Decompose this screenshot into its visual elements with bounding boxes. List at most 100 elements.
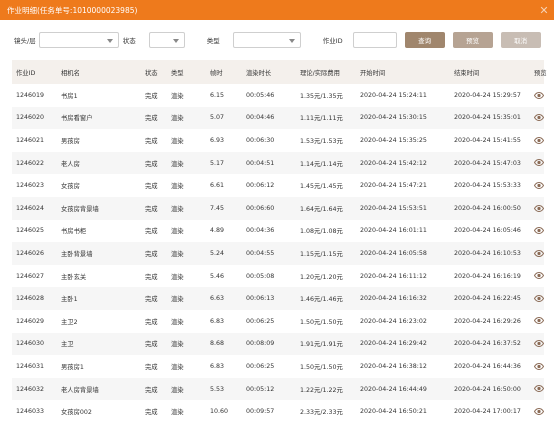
preview-cell [534, 107, 544, 130]
table-row[interactable]: 1246019 书房1 完成 渲染 6.15 00:05:46 1.35元/1.35元 202… [12, 84, 544, 107]
start-time-cell: 2020-04-24 15:53:51 [360, 204, 427, 212]
table-header-row: 作业ID 相机名 状态 类型 帧时 渲染时长 理论/实际费用 开始时间 结束时间… [12, 60, 547, 84]
preview-cell [534, 174, 544, 197]
col-header-camera-name: 相机名 [61, 69, 80, 77]
render-duration-cell: 00:05:08 [246, 272, 275, 280]
chevron-down-icon [288, 39, 295, 43]
camera-name-cell: 老人房 [61, 160, 80, 168]
end-time-cell: 2020-04-24 16:37:52 [454, 340, 521, 348]
eye-icon[interactable] [534, 204, 544, 212]
start-time-cell: 2020-04-24 16:05:58 [360, 249, 427, 257]
preview-cell [534, 355, 544, 378]
status-cell: 完成 [145, 250, 158, 258]
job-id-cell: 1246027 [16, 272, 45, 280]
job-id-cell: 1246024 [16, 204, 45, 212]
table-row[interactable]: 1246020 书房看窗户 完成 渲染 5.07 00:04:46 1.11元/1.11元 2… [12, 106, 544, 130]
preview-cell [534, 220, 544, 243]
eye-icon[interactable] [534, 362, 544, 370]
cost-cell: 1.45元/1.45元 [300, 183, 343, 191]
col-header-preview: 预览 [534, 69, 547, 77]
eye-icon[interactable] [534, 91, 544, 99]
table-row[interactable]: 1246027 主卧玄关 完成 渲染 5.46 00:05:08 1.20元/1.20元 20… [12, 265, 544, 288]
type-select[interactable] [232, 32, 301, 48]
table-row[interactable]: 1246028 主卧1 完成 渲染 6.63 00:06:13 1.46元/1.46元 202… [12, 287, 544, 310]
job-id-cell: 1246022 [16, 159, 45, 167]
type-cell: 渲染 [171, 409, 184, 417]
cancel-button[interactable]: 取消 [500, 32, 541, 48]
table-row[interactable]: 1246029 主卫2 完成 渲染 6.83 00:06:25 1.50元/1.50元 202… [12, 310, 544, 333]
eye-icon[interactable] [534, 136, 544, 144]
eye-icon[interactable] [534, 385, 544, 393]
start-time-cell: 2020-04-24 16:01:11 [360, 227, 427, 235]
preview-cell [534, 310, 544, 333]
eye-icon[interactable] [534, 181, 544, 189]
lens-select[interactable] [38, 32, 119, 48]
table-row[interactable]: 1246030 主卫 完成 渲染 8.68 00:08:09 1.91元/1.91元 2020… [12, 332, 544, 356]
cost-cell: 1.15元/1.15元 [300, 250, 343, 258]
table-row[interactable]: 1246024 女孩房背景墙 完成 渲染 7.45 00:06:60 1.64元/1.64元… [12, 196, 544, 220]
end-time-cell: 2020-04-24 16:29:26 [454, 317, 521, 325]
eye-icon[interactable] [534, 340, 544, 348]
job-id-cell: 1246020 [16, 114, 45, 122]
camera-name-cell: 老人房背景墙 [61, 386, 99, 394]
query-button[interactable]: 查询 [404, 32, 445, 48]
type-cell: 渲染 [171, 115, 184, 123]
job-id-cell: 1246026 [16, 249, 45, 257]
render-duration-cell: 00:06:25 [246, 317, 275, 325]
start-time-cell: 2020-04-24 16:11:12 [360, 272, 427, 280]
camera-name-cell: 女孩房002 [61, 409, 92, 417]
eye-icon[interactable] [534, 249, 544, 257]
frame-time-cell: 7.45 [210, 204, 225, 212]
table-row[interactable]: 1246023 女孩房 完成 渲染 6.61 00:06:12 1.45元/1.45元 202… [12, 174, 544, 197]
camera-name-cell: 男孩房1 [61, 363, 84, 371]
table-row[interactable]: 1246031 男孩房1 完成 渲染 6.83 00:06:25 1.50元/1.50元 20… [12, 355, 544, 378]
cost-cell: 1.46元/1.46元 [300, 296, 343, 304]
render-duration-cell: 00:04:46 [246, 114, 275, 122]
col-header-render-duration: 渲染时长 [246, 69, 272, 77]
table-row[interactable]: 1246025 书房书柜 完成 渲染 4.89 00:04:36 1.08元/1.08元 20… [12, 220, 544, 243]
eye-icon[interactable] [534, 114, 544, 122]
camera-name-cell: 书房看窗户 [61, 115, 93, 123]
job-id-input[interactable] [352, 32, 397, 48]
preview-cell [534, 333, 544, 356]
table-row[interactable]: 1246033 女孩房002 完成 渲染 10.60 00:09:57 2.33元/2.33… [12, 400, 544, 423]
preview-cell [534, 242, 544, 265]
cost-cell: 1.14元/1.14元 [300, 160, 343, 168]
table-row[interactable]: 1246022 老人房 完成 渲染 5.17 00:04:51 1.14元/1.14元 202… [12, 151, 544, 175]
cost-cell: 1.22元/1.22元 [300, 386, 343, 394]
type-cell: 渲染 [171, 341, 184, 349]
close-icon[interactable]: ✕ [538, 4, 550, 17]
start-time-cell: 2020-04-24 16:44:49 [360, 385, 427, 393]
cost-cell: 1.08元/1.08元 [300, 228, 343, 236]
preview-button[interactable]: 预览 [452, 32, 493, 48]
eye-icon[interactable] [534, 227, 544, 235]
job-table: 作业ID 相机名 状态 类型 帧时 渲染时长 理论/实际费用 开始时间 结束时间… [12, 60, 547, 423]
camera-name-cell: 书房书柜 [61, 228, 87, 236]
frame-time-cell: 5.46 [210, 272, 225, 280]
table-row[interactable]: 1246032 老人房背景墙 完成 渲染 5.53 00:05:12 1.22元/1.22元… [12, 377, 544, 401]
col-header-end-time: 结束时间 [454, 69, 480, 77]
job-detail-dialog: 作业明细(任务单号:1010000023985) ✕ 镜头/层 状态 类型 作业… [0, 0, 554, 427]
cost-cell: 2.33元/2.33元 [300, 409, 343, 417]
end-time-cell: 2020-04-24 15:41:55 [454, 136, 521, 144]
cost-cell: 1.50元/1.50元 [300, 363, 343, 371]
render-duration-cell: 00:09:57 [246, 408, 275, 416]
eye-icon[interactable] [534, 294, 544, 302]
type-cell: 渲染 [171, 205, 184, 213]
eye-icon[interactable] [534, 407, 544, 415]
eye-icon[interactable] [534, 159, 544, 167]
end-time-cell: 2020-04-24 15:53:33 [454, 182, 521, 190]
frame-time-cell: 10.60 [210, 408, 229, 416]
cost-cell: 1.64元/1.64元 [300, 205, 343, 213]
type-cell: 渲染 [171, 273, 184, 281]
start-time-cell: 2020-04-24 16:29:42 [360, 340, 427, 348]
col-header-status: 状态 [145, 69, 158, 77]
start-time-cell: 2020-04-24 16:38:12 [360, 362, 427, 370]
status-cell: 完成 [145, 92, 158, 100]
eye-icon[interactable] [534, 272, 544, 280]
table-row[interactable]: 1246026 主卧背景墙 完成 渲染 5.24 00:04:55 1.15元/1.15元 2… [12, 242, 544, 265]
status-select[interactable] [148, 32, 185, 48]
eye-icon[interactable] [534, 317, 544, 325]
table-row[interactable]: 1246021 男孩房 完成 渲染 6.93 00:06:30 1.53元/1.53元 202… [12, 129, 544, 152]
preview-cell [534, 287, 544, 310]
